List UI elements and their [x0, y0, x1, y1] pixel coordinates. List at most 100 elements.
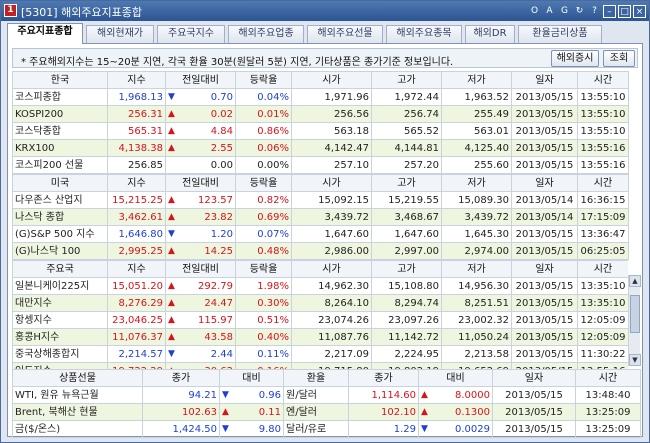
time-value: 13:55:10 [577, 88, 629, 106]
change-cell: ▲ 43.58 [165, 328, 236, 346]
tab-overseas-dr[interactable]: 해외DR [465, 25, 515, 43]
row-name: 코스피200 선물 [12, 156, 108, 174]
row-name: 일본니케이225지 [12, 277, 108, 295]
time-value: 16:36:15 [577, 191, 629, 209]
maximize-button[interactable]: □ [618, 4, 631, 18]
table-row[interactable]: 홍콩H지수 11,076.37 ▲ 43.58 0.40% 11,087.76 11,142… [12, 328, 628, 346]
change-rate: 0.51% [235, 311, 292, 329]
change-cell: ▲ 0.02 [165, 105, 236, 123]
column-header: 일자 [511, 71, 578, 89]
table-row[interactable]: 나스닥 종합 3,462.61 ▲ 23.82 0.69% 3,439.72 3,468.6… [12, 208, 629, 226]
table-row[interactable]: 코스피200 선물 256.85 0.00 0.00% 257.10 257.20 255.… [12, 156, 629, 174]
change-value: 0.1300 [455, 406, 490, 418]
table-row[interactable]: 코스피종합 1,968.13 ▼ 0.70 0.04% 1,971.96 1,972.44 1… [12, 88, 629, 106]
help-icon[interactable]: ? [588, 5, 601, 18]
tab-overseas-stocks[interactable]: 해외주요종목 [386, 25, 462, 43]
font-icon[interactable]: A [543, 5, 556, 18]
arrow-down-icon: ▼ [168, 228, 175, 239]
index-value: 256.85 [107, 156, 166, 174]
row-name: 코스피종합 [12, 88, 108, 106]
commodity-table: 상품선물 종가 대비 환율 종가 대비 일자 시간 WTI, 원유 뉴욕근월 94.21 ▼ 0.96… [12, 369, 641, 438]
change-wrap: ▼ 2.44 [168, 347, 233, 362]
change-rate: 0.07% [235, 225, 292, 243]
index-value: 256.31 [107, 105, 166, 123]
column-header: 환율 [283, 369, 349, 387]
table-row[interactable]: Brent, 북해산 현물 102.63 ▲ 0.11 엔/달러 102.10 ▲ 0.130… [12, 403, 641, 421]
refresh-icon[interactable]: ↻ [573, 5, 586, 18]
arrow-up-icon: ▲ [168, 331, 175, 342]
search-button[interactable]: 조회 [603, 50, 635, 67]
tab-fx-rates-commodities[interactable]: 환율금리상품 [518, 25, 602, 43]
table-row[interactable]: 대만지수 8,276.29 ▲ 24.47 0.30% 8,264.10 8,294.74 8… [12, 294, 628, 312]
scroll-up-icon[interactable]: ▲ [629, 275, 641, 287]
table-row[interactable]: 중국상해종합지 2,214.57 ▼ 2.44 0.11% 2,217.09 2,224.9… [12, 345, 628, 363]
open-price: 2,217.09 [291, 345, 372, 363]
main-window: 1 [5301] 해외주요지표종합 O A G ↻ ? – □ × 주요지표종합… [0, 0, 650, 443]
commodity-name: WTI, 원유 뉴욕근월 [12, 386, 143, 404]
time-value: 13:48:40 [575, 386, 641, 404]
column-header: 지수 [107, 71, 166, 89]
change-rate: 0.82% [235, 191, 292, 209]
table-header-row: 한국 지수 전일대비 등락율 시가 고가 저가 일자 시간 [12, 71, 629, 89]
time-value: 13:35:10 [577, 277, 628, 295]
tab-bar: 주요지표종합 해외현재가 주요국지수 해외주요업종 해외주요선물 해외주요종목 … [7, 23, 643, 44]
tab-overseas-price[interactable]: 해외현재가 [86, 25, 154, 43]
table-row[interactable]: (G)나스닥 100 2,995.25 ▲ 14.25 0.48% 2,986.00 2,9… [12, 242, 629, 260]
date-value: 2013/05/15 [511, 122, 578, 140]
minimize-button[interactable]: – [603, 4, 616, 18]
date-value: 2013/05/15 [511, 225, 578, 243]
high-price: 1,647.60 [371, 225, 442, 243]
overseas-market-button[interactable]: 해외증시 [551, 50, 599, 67]
row-name: 다우존스 산업지 [12, 191, 108, 209]
high-price: 1,972.44 [371, 88, 442, 106]
index-table-usa: 미국 지수 전일대비 등락율 시가 고가 저가 일자 시간 다우존스 산업지 15,215.25 ▲ 1… [12, 174, 629, 260]
table-row[interactable]: KOSPI200 256.31 ▲ 0.02 0.01% 256.56 256.74 255.… [12, 105, 629, 123]
table-row[interactable]: 코스닥종합 565.31 ▲ 4.84 0.86% 563.18 565.52 563.01 2… [12, 122, 629, 140]
change-cell: ▲ 0.1300 [418, 403, 493, 421]
time-value: 13:55:10 [577, 105, 629, 123]
table-row[interactable]: 항셍지수 23,046.25 ▲ 115.97 0.51% 23,074.26 23,097… [12, 311, 628, 329]
link-icon[interactable]: G [558, 5, 571, 18]
row-name: KRX100 [12, 139, 108, 157]
change-cell: ▼ 2.44 [165, 345, 236, 363]
table-row[interactable]: 일본니케이225지 15,051.20 ▲ 292.79 1.98% 14,962.30 1… [12, 277, 628, 295]
open-price: 1,647.60 [291, 225, 372, 243]
change-wrap: ▲ 23.82 [168, 210, 233, 225]
high-price: 2,997.00 [371, 242, 442, 260]
table-row[interactable]: 금($/온스) 1,424.50 ▼ 9.80 달러/유로 1.29 ▼ 0.0029 2013… [12, 420, 641, 438]
tab-overseas-futures[interactable]: 해외주요선물 [307, 25, 383, 43]
table-row[interactable]: (G)S&P 500 지수 1,646.80 ▼ 1.20 0.07% 1,647.60 1… [12, 225, 629, 243]
high-price: 23,097.26 [371, 311, 442, 329]
change-value: 23.82 [204, 211, 233, 223]
scrollbar[interactable]: ▲ ▼ [628, 275, 641, 366]
table-row[interactable]: WTI, 원유 뉴욕근월 94.21 ▼ 0.96 원/달러 1,114.60 ▲ 8.000… [12, 386, 641, 404]
option-icon[interactable]: O [528, 5, 541, 18]
low-price: 8,251.51 [441, 294, 512, 312]
table-row[interactable]: KRX100 4,138.38 ▲ 2.55 0.06% 4,142.47 4,144.81… [12, 139, 629, 157]
change-wrap: ▲ 24.47 [168, 296, 233, 311]
table-row[interactable]: 다우존스 산업지 15,215.25 ▲ 123.57 0.82% 15,092.15 15… [12, 191, 629, 209]
change-value: 0.96 [258, 389, 281, 401]
column-header: 일자 [511, 260, 578, 278]
tab-summary[interactable]: 주요지표종합 [7, 23, 83, 44]
arrow-up-icon: ▲ [168, 194, 175, 205]
time-value: 13:55:10 [577, 122, 629, 140]
title-bar[interactable]: 1 [5301] 해외주요지표종합 O A G ↻ ? – □ × [1, 1, 649, 21]
tab-major-indices[interactable]: 주요국지수 [157, 25, 225, 43]
arrow-up-icon: ▲ [168, 245, 175, 256]
open-price: 8,264.10 [291, 294, 372, 312]
scroll-down-icon[interactable]: ▼ [629, 354, 641, 366]
index-value: 8,276.29 [107, 294, 166, 312]
change-rate: 0.30% [235, 294, 292, 312]
arrow-up-icon: ▲ [421, 389, 428, 400]
tab-overseas-sectors[interactable]: 해외주요업종 [228, 25, 304, 43]
index-value: 15,215.25 [107, 191, 166, 209]
column-header: 등락율 [235, 71, 292, 89]
low-price: 11,050.24 [441, 328, 512, 346]
scroll-thumb[interactable] [630, 295, 640, 333]
open-price: 23,074.26 [291, 311, 372, 329]
row-name: (G)S&P 500 지수 [12, 225, 108, 243]
high-price: 2,224.95 [371, 345, 442, 363]
column-header: 시가 [291, 174, 372, 192]
close-button[interactable]: × [633, 4, 646, 18]
